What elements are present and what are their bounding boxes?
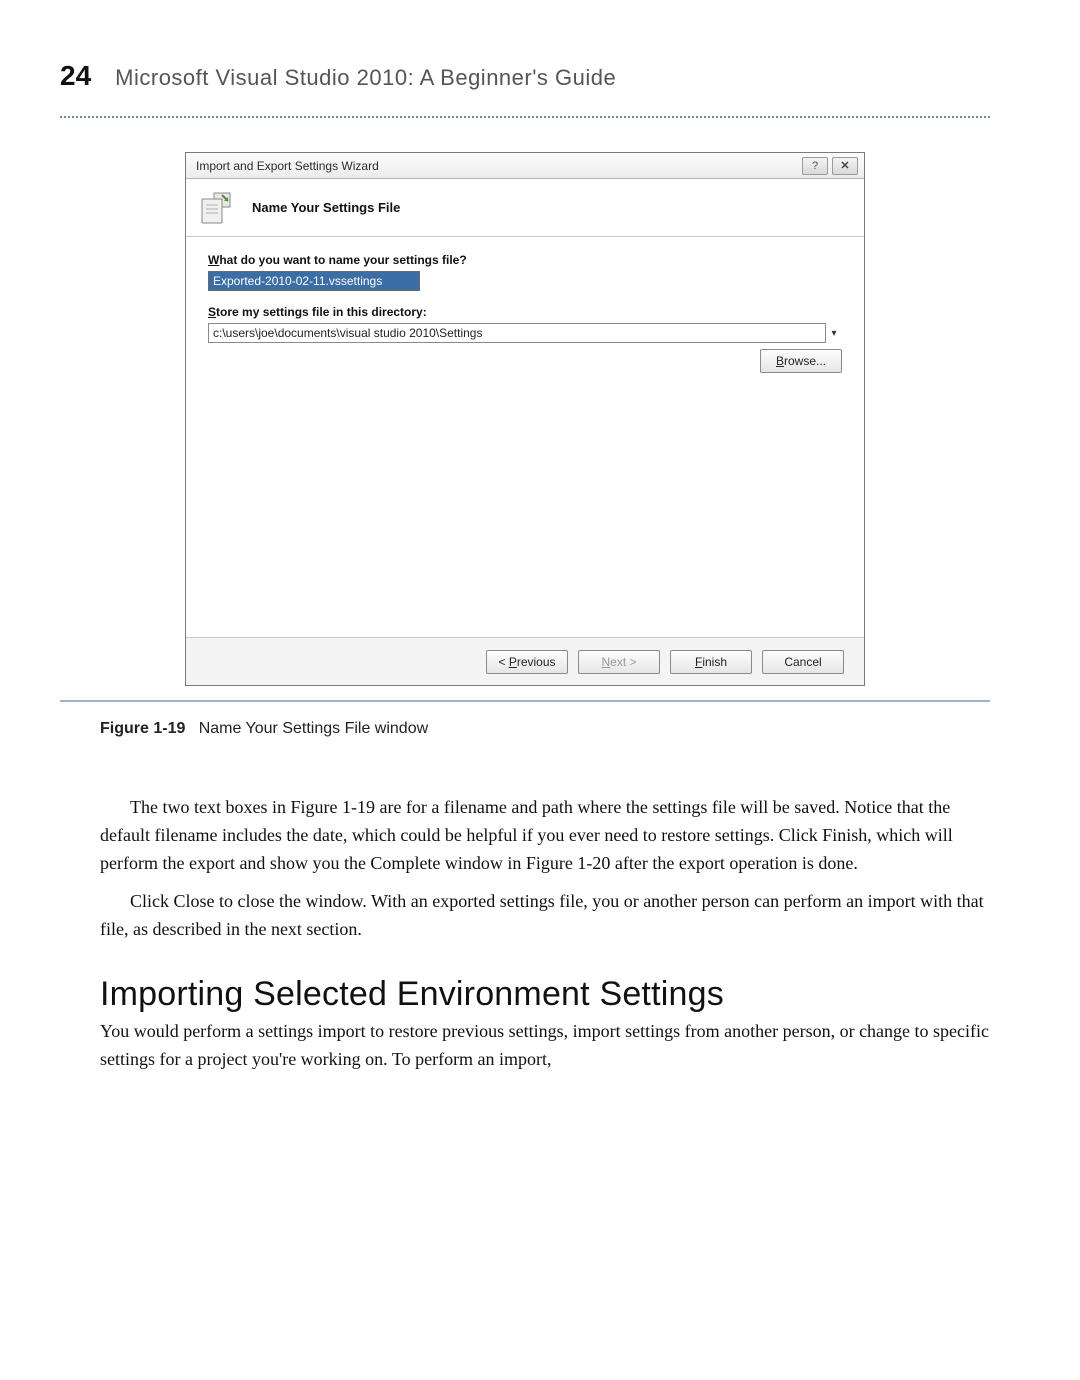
dropdown-icon[interactable]: ▾ <box>826 328 842 339</box>
previous-button[interactable]: < Previous <box>486 650 568 674</box>
running-head: 24 Microsoft Visual Studio 2010: A Begin… <box>60 60 990 92</box>
figure-label: Figure 1-19 <box>100 720 185 737</box>
book-title: Microsoft Visual Studio 2010: A Beginner… <box>115 65 616 91</box>
close-button[interactable]: ✕ <box>832 157 858 175</box>
dialog-heading: Name Your Settings File <box>252 200 400 215</box>
figure-rule <box>60 700 990 702</box>
figure-caption-text: Name Your Settings File window <box>199 720 428 737</box>
paragraph-2: Click Close to close the window. With an… <box>100 888 990 944</box>
directory-label: Store my settings file in this directory… <box>208 305 842 319</box>
next-button: Next > <box>578 650 660 674</box>
page-number: 24 <box>60 60 91 92</box>
dialog-header: Name Your Settings File <box>186 179 864 237</box>
cancel-button[interactable]: Cancel <box>762 650 844 674</box>
section-heading: Importing Selected Environment Settings <box>100 975 990 1014</box>
body-text: The two text boxes in Figure 1-19 are fo… <box>100 794 990 943</box>
section-paragraph: You would perform a settings import to r… <box>100 1018 990 1074</box>
figure-caption: Figure 1-19 Name Your Settings File wind… <box>100 720 990 738</box>
wizard-icon <box>200 189 238 227</box>
help-button[interactable]: ? <box>802 157 828 175</box>
dialog-titlebar[interactable]: Import and Export Settings Wizard ? ✕ <box>186 153 864 179</box>
close-icon: ✕ <box>840 160 849 172</box>
filename-label: What do you want to name your settings f… <box>208 253 842 267</box>
finish-button[interactable]: Finish <box>670 650 752 674</box>
browse-button[interactable]: Browse... <box>760 349 842 373</box>
directory-input[interactable]: c:\users\joe\documents\visual studio 201… <box>208 323 826 343</box>
help-icon: ? <box>812 160 818 172</box>
header-rule <box>60 116 990 118</box>
dialog-body: What do you want to name your settings f… <box>186 237 864 637</box>
filename-input[interactable]: Exported-2010-02-11.vssettings <box>208 271 420 291</box>
wizard-dialog: Import and Export Settings Wizard ? ✕ <box>185 152 865 686</box>
section-body: You would perform a settings import to r… <box>100 1018 990 1074</box>
paragraph-1: The two text boxes in Figure 1-19 are fo… <box>100 794 990 878</box>
dialog-title: Import and Export Settings Wizard <box>196 159 798 173</box>
page-root: 24 Microsoft Visual Studio 2010: A Begin… <box>0 0 1080 1164</box>
dialog-footer: < Previous Next > Finish Cancel <box>186 637 864 685</box>
